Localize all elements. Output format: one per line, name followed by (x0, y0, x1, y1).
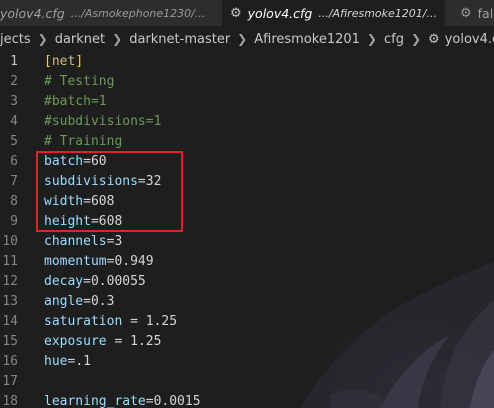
code-token: = (83, 294, 91, 309)
line-code: momentum=0.949 (44, 252, 154, 272)
code-token: hue (44, 354, 68, 369)
line-code: exposure = 1.25 (44, 332, 161, 352)
line-number: 8 (10, 194, 18, 209)
code-token: #subdivisions=1 (44, 114, 162, 129)
code-token: .1 (75, 354, 91, 369)
breadcrumb: jects ❯ darknet ❯ darknet-master ❯ Afire… (0, 26, 494, 52)
line-number: 13 (2, 294, 18, 309)
tab-bar: yolov4.cfg .../Asmokephone1230/... ⚙ yol… (0, 0, 494, 26)
line-code: channels=3 (44, 232, 122, 252)
code-token: learning_rate (44, 394, 146, 408)
line-code: decay=0.00055 (44, 272, 146, 292)
code-token: = (106, 334, 131, 349)
line-number: 9 (10, 214, 18, 229)
breadcrumb-item-darknet[interactable]: darknet (55, 32, 105, 47)
line-number: 15 (2, 334, 18, 349)
line-number: 14 (2, 314, 18, 329)
chevron-right-icon: ❯ (37, 32, 48, 46)
code-line[interactable]: 4 #subdivisions=1 (0, 112, 494, 132)
tab-label: yolov4.cfg (0, 5, 65, 21)
code-token: 0.0015 (153, 394, 201, 408)
code-token: 1.25 (145, 314, 178, 329)
code-line[interactable]: 14 saturation = 1.25 (0, 312, 494, 332)
code-token: saturation (44, 314, 123, 329)
code-token: 1.25 (130, 334, 162, 349)
code-token: 0.949 (114, 254, 154, 269)
code-line[interactable]: 3 #batch=1 (0, 92, 494, 112)
tab-description: .../Afiresmoke1201/... (318, 6, 437, 20)
line-number: 16 (2, 354, 18, 369)
line-number: 2 (10, 74, 18, 89)
chevron-right-icon: ❯ (366, 32, 377, 46)
breadcrumb-item-afiresmoke1201[interactable]: Afiresmoke1201 (254, 32, 360, 47)
code-line[interactable]: 16 hue=.1 (0, 352, 494, 372)
code-line[interactable]: 5 # Training (0, 132, 494, 152)
tab-fal[interactable]: ⚙ fal (446, 0, 494, 26)
highlight-box (36, 151, 183, 232)
breadcrumb-item-cfg[interactable]: cfg (384, 32, 404, 47)
code-token: angle (44, 294, 84, 309)
code-token: = (145, 394, 154, 408)
chevron-right-icon: ❯ (410, 32, 422, 46)
line-number: 7 (10, 174, 18, 189)
line-number: 18 (2, 394, 18, 408)
chevron-right-icon: ❯ (237, 32, 248, 46)
code-token: = (122, 314, 146, 329)
line-number: 10 (2, 234, 18, 249)
code-line[interactable]: 10 channels=3 (0, 232, 494, 252)
code-line[interactable]: 17 (0, 372, 494, 392)
code-token: # Testing (44, 74, 115, 89)
line-code: # Testing (44, 72, 114, 92)
code-line[interactable]: 15 exposure = 1.25 (0, 332, 494, 352)
code-token: 3 (114, 234, 123, 249)
code-token: 0.3 (90, 294, 115, 309)
line-number: 3 (10, 94, 18, 109)
line-number: 17 (2, 374, 18, 389)
code-token: net (51, 54, 76, 69)
code-line[interactable]: 18 learning_rate=0.0015 (0, 392, 494, 408)
tab-description: .../Asmokephone1230/... (70, 6, 206, 20)
line-number: 6 (10, 154, 18, 169)
line-code: saturation = 1.25 (44, 312, 177, 332)
code-token: exposure (44, 334, 107, 349)
line-code: learning_rate=0.0015 (44, 392, 201, 408)
breadcrumb-item-file[interactable]: yolov4.cfg (445, 32, 494, 47)
code-line[interactable]: 2 # Testing (0, 72, 494, 92)
line-number: 12 (2, 274, 18, 289)
chevron-right-icon: ❯ (112, 32, 123, 46)
code-token: momentum (44, 254, 107, 269)
code-line[interactable]: 12 decay=0.00055 (0, 272, 494, 292)
code-token: #batch=1 (44, 94, 107, 109)
code-token: decay (44, 274, 84, 289)
line-code: #batch=1 (44, 92, 107, 112)
code-token: # Training (44, 134, 123, 149)
line-code: [net] (44, 52, 83, 72)
code-token: 0.00055 (90, 274, 146, 289)
code-token: ] (75, 54, 84, 69)
tab-label: fal (477, 5, 494, 21)
code-line[interactable]: 1 [net] (0, 52, 494, 72)
line-number: 1 (10, 54, 18, 69)
tab-yolov4-cfg-afiresmoke[interactable]: ⚙ yolov4.cfg .../Afiresmoke1201/... ✕ (223, 0, 445, 26)
breadcrumb-item-darknet-master[interactable]: darknet-master (129, 32, 230, 47)
gear-icon: ⚙ (428, 31, 440, 47)
line-number: 5 (10, 134, 18, 149)
code-line[interactable]: 13 angle=0.3 (0, 292, 494, 312)
line-code: # Training (44, 132, 122, 152)
code-token: channels (44, 234, 107, 249)
gear-icon: ⚙ (230, 5, 242, 21)
tab-label: yolov4.cfg (247, 5, 313, 21)
breadcrumb-item-projects[interactable]: jects (0, 32, 31, 47)
line-code: #subdivisions=1 (44, 112, 161, 132)
gear-icon: ⚙ (460, 5, 472, 21)
code-token: [ (44, 54, 52, 69)
tab-yolov4-cfg-asmokephone[interactable]: yolov4.cfg .../Asmokephone1230/... (0, 0, 222, 26)
line-number: 11 (2, 254, 18, 269)
line-code: hue=.1 (44, 352, 91, 372)
line-code: angle=0.3 (44, 292, 114, 312)
line-number: 4 (10, 114, 18, 129)
code-token: = (83, 274, 91, 289)
code-line[interactable]: 11 momentum=0.949 (0, 252, 494, 272)
